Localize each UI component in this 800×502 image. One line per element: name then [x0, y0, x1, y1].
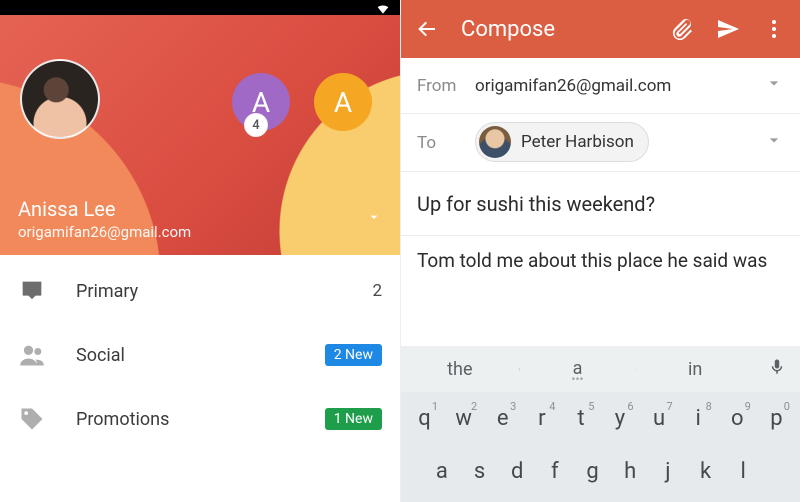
nav-item-social[interactable]: Social 2 New — [0, 323, 400, 387]
account-name: Anissa Lee — [18, 197, 382, 221]
drawer-header: A A 4 Anissa Lee origamifan26@gmail.com — [0, 15, 400, 255]
people-icon — [18, 341, 46, 369]
from-label: From — [417, 76, 475, 96]
account-switcher-caret-icon[interactable] — [366, 209, 382, 229]
tag-icon — [18, 405, 46, 433]
wifi-icon — [376, 1, 390, 15]
from-value: origamifan26@gmail.com — [475, 76, 764, 96]
subject-input[interactable]: Up for sushi this weekend? — [417, 192, 784, 216]
send-icon[interactable] — [712, 13, 744, 45]
chevron-down-icon[interactable] — [764, 73, 784, 98]
compose-form: From origamifan26@gmail.com To Peter Har… — [401, 58, 800, 306]
recipient-name: Peter Harbison — [521, 132, 634, 152]
key-f[interactable]: f — [536, 451, 574, 492]
key-j[interactable]: j — [649, 451, 687, 492]
key-r[interactable]: 4r — [522, 398, 561, 439]
back-icon[interactable] — [411, 13, 443, 45]
status-bar — [0, 0, 400, 15]
body-row[interactable]: Tom told me about this place he said was — [401, 236, 800, 306]
recipient-chip[interactable]: Peter Harbison — [475, 122, 649, 162]
key-h[interactable]: h — [611, 451, 649, 492]
avatar-main[interactable] — [20, 59, 100, 139]
avatar-alt-2[interactable]: A — [314, 73, 372, 131]
keyboard: the a••• in 1q2w3e4r5t6y7u8i9o0p asdfghj… — [401, 346, 800, 502]
to-row[interactable]: To Peter Harbison — [401, 114, 800, 172]
keyboard-row-1: 1q2w3e4r5t6y7u8i9o0p — [401, 392, 800, 445]
nav-item-badge: 2 New — [325, 344, 382, 366]
from-row[interactable]: From origamifan26@gmail.com — [401, 58, 800, 114]
nav-item-label: Primary — [76, 281, 372, 302]
chevron-down-icon[interactable] — [764, 130, 784, 155]
nav-item-badge: 1 New — [325, 408, 382, 430]
compose-spacer — [401, 306, 800, 346]
mic-icon[interactable] — [754, 358, 800, 381]
key-y[interactable]: 6y — [600, 398, 639, 439]
nav-list: Primary 2 Social 2 New Promotions 1 New — [0, 255, 400, 502]
body-input[interactable]: Tom told me about this place he said was — [417, 248, 784, 274]
nav-drawer-pane: A A 4 Anissa Lee origamifan26@gmail.com … — [0, 0, 400, 502]
key-g[interactable]: g — [574, 451, 612, 492]
compose-title: Compose — [461, 17, 652, 42]
suggestion-2[interactable]: a••• — [519, 358, 637, 381]
suggestion-row: the a••• in — [401, 346, 800, 392]
key-p[interactable]: 0p — [757, 398, 796, 439]
suggestion-3[interactable]: in — [636, 359, 754, 380]
to-value: Peter Harbison — [475, 122, 764, 163]
compose-appbar: Compose — [401, 0, 800, 58]
nav-item-label: Promotions — [76, 409, 325, 430]
key-q[interactable]: 1q — [405, 398, 444, 439]
recipient-avatar — [479, 126, 511, 158]
key-k[interactable]: k — [687, 451, 725, 492]
account-email: origamifan26@gmail.com — [18, 223, 382, 241]
nav-item-primary[interactable]: Primary 2 — [0, 259, 400, 323]
key-w[interactable]: 2w — [444, 398, 483, 439]
subject-row[interactable]: Up for sushi this weekend? — [401, 172, 800, 236]
overflow-icon[interactable] — [758, 13, 790, 45]
inbox-icon — [18, 277, 46, 305]
key-l[interactable]: l — [724, 451, 762, 492]
keyboard-row-2: asdfghjkl — [401, 445, 800, 498]
to-label: To — [417, 133, 475, 153]
compose-pane: Compose From origamifan26@gmail.com To P… — [400, 0, 800, 502]
suggestion-1[interactable]: the — [401, 359, 519, 380]
avatar-alt-2-initial: A — [334, 86, 352, 119]
key-t[interactable]: 5t — [561, 398, 600, 439]
key-a[interactable]: a — [423, 451, 461, 492]
avatar-alt-badge: 4 — [244, 113, 268, 137]
nav-item-promotions[interactable]: Promotions 1 New — [0, 387, 400, 451]
key-i[interactable]: 8i — [679, 398, 718, 439]
attach-icon[interactable] — [666, 13, 698, 45]
nav-item-count: 2 — [372, 281, 382, 301]
nav-item-label: Social — [76, 345, 325, 366]
key-o[interactable]: 9o — [718, 398, 757, 439]
key-s[interactable]: s — [461, 451, 499, 492]
key-d[interactable]: d — [498, 451, 536, 492]
key-u[interactable]: 7u — [640, 398, 679, 439]
key-e[interactable]: 3e — [483, 398, 522, 439]
